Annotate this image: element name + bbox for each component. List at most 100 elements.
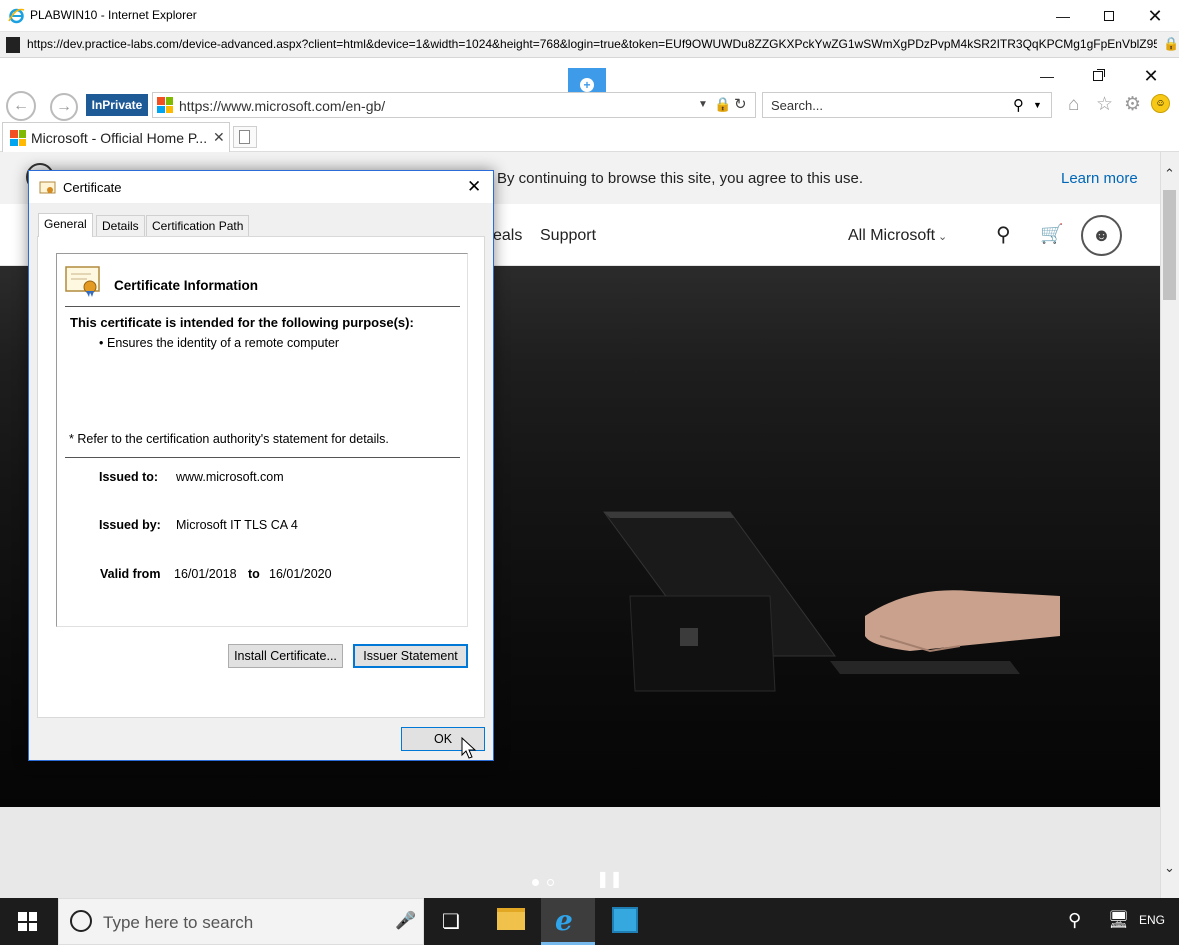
issued-by-value: Microsoft IT TLS CA 4 (176, 518, 298, 532)
close-icon: ✕ (1147, 5, 1163, 26)
browser-tab[interactable]: Microsoft - Official Home P... ✕ (2, 122, 230, 152)
certificate-info-box: Certificate Information This certificate… (56, 253, 468, 627)
certificate-large-icon (65, 266, 100, 297)
forward-arrow-icon: → (56, 98, 72, 115)
favorites-star-icon[interactable]: ☆ (1096, 93, 1113, 116)
scroll-down-icon[interactable]: ⌄ (1164, 860, 1175, 876)
taskbar: Type here to search 🎤 ❏ e ⚲ 🖥 ENG (0, 898, 1179, 945)
search-icon[interactable]: ⚲ (996, 222, 1011, 247)
outer-address-bar: https://dev.practice-labs.com/device-adv… (0, 32, 1179, 58)
inner-close-button[interactable]: ✕ (1128, 62, 1174, 90)
internet-explorer-icon (8, 8, 25, 24)
inprivate-badge[interactable]: InPrivate (86, 94, 148, 116)
browser-chrome: + — ✕ ← → InPrivate https://www.microsof… (0, 58, 1179, 152)
address-url[interactable]: https://www.microsoft.com/en-gb/ (179, 98, 385, 114)
carousel-area: ❚❚ (0, 807, 1160, 898)
certificate-icon (39, 181, 56, 194)
site-favicon-icon (6, 37, 20, 53)
address-bar[interactable]: https://www.microsoft.com/en-gb/ ▼ 🔒 ↻ (152, 92, 756, 118)
start-windows-icon[interactable] (18, 912, 37, 931)
network-icon[interactable]: 🖥 (1108, 910, 1130, 930)
language-indicator[interactable]: ENG (1139, 913, 1165, 927)
tab-general[interactable]: General (38, 213, 93, 237)
carousel-dot-active[interactable] (532, 879, 539, 886)
back-button[interactable]: ← (6, 91, 36, 121)
close-button[interactable]: ✕ (1132, 0, 1178, 32)
restore-icon (1093, 71, 1103, 81)
home-icon[interactable]: ⌂ (1068, 94, 1079, 116)
laptop-illustration-icon (603, 511, 1060, 692)
valid-to-value: 16/01/2020 (269, 567, 332, 581)
valid-from-value: 16/01/2018 (174, 567, 237, 581)
search-box[interactable]: Search... ⚲ ▼ (762, 92, 1052, 118)
issued-to-value: www.microsoft.com (176, 470, 284, 484)
scrollbar-thumb[interactable] (1163, 190, 1176, 300)
cart-icon[interactable]: 🛒 (1040, 222, 1064, 246)
tab-certification-path[interactable]: Certification Path (146, 215, 250, 237)
nav-item-support[interactable]: Support (540, 227, 596, 245)
tab-details[interactable]: Details (96, 215, 145, 237)
tab-title: Microsoft - Official Home P... (31, 130, 208, 146)
certificate-info-heading: Certificate Information (114, 278, 259, 293)
internet-explorer-icon: e (555, 904, 573, 937)
taskbar-search-box[interactable]: Type here to search 🎤 (58, 898, 424, 945)
issued-by-label: Issued by: (99, 518, 161, 532)
file-explorer-icon[interactable] (497, 908, 525, 930)
minimize-icon: — (1056, 8, 1070, 24)
refresh-icon[interactable]: ↻ (734, 95, 747, 113)
valid-from-label: Valid from (100, 567, 161, 581)
close-icon: ✕ (1143, 65, 1159, 86)
issued-to-label: Issued to: (99, 470, 159, 484)
minimize-icon: — (1040, 68, 1054, 84)
scroll-up-icon[interactable]: ⌃ (1164, 166, 1175, 182)
search-placeholder[interactable]: Search... (771, 98, 823, 113)
outer-url[interactable]: https://dev.practice-labs.com/device-adv… (27, 37, 1157, 51)
account-avatar-icon[interactable]: ☻ (1081, 215, 1122, 256)
search-dropdown-icon[interactable]: ▼ (1033, 100, 1042, 110)
carousel-dots[interactable] (532, 874, 562, 889)
pause-icon[interactable]: ❚❚ (596, 869, 623, 889)
chevron-down-icon: ⌄ (938, 231, 948, 243)
learn-more-link[interactable]: Learn more (1061, 170, 1138, 187)
taskbar-internet-explorer[interactable]: e (541, 898, 595, 945)
outer-window-titlebar: PLABWIN10 - Internet Explorer — ✕ (0, 0, 1179, 32)
bullet-icon: • (99, 336, 104, 350)
inner-minimize-button[interactable]: — (1024, 62, 1070, 90)
inner-restore-button[interactable] (1075, 62, 1121, 90)
nav-all-microsoft[interactable]: All Microsoft (848, 227, 935, 245)
settings-gear-icon[interactable]: ⚙ (1124, 93, 1141, 116)
taskbar-search-placeholder[interactable]: Type here to search (103, 913, 253, 933)
microphone-icon[interactable]: 🎤 (395, 911, 416, 931)
lock-icon: 🔒 (1163, 36, 1179, 51)
dialog-title: Certificate (63, 180, 122, 195)
tab-close-icon[interactable]: ✕ (213, 129, 225, 146)
new-tab-icon (239, 130, 250, 144)
nav-item-deals[interactable]: eals (493, 227, 522, 245)
feedback-smiley-icon[interactable]: ☺ (1151, 94, 1170, 113)
maximize-button[interactable] (1086, 0, 1132, 32)
carousel-dot[interactable] (547, 879, 554, 886)
maximize-icon (1104, 11, 1114, 21)
minimize-button[interactable]: — (1040, 0, 1086, 32)
valid-to-label: to (248, 567, 260, 581)
outer-window-title: PLABWIN10 - Internet Explorer (30, 8, 197, 22)
new-tab-button[interactable] (233, 126, 257, 148)
server-manager-icon[interactable] (612, 907, 638, 933)
issuer-statement-button[interactable]: Issuer Statement (353, 644, 468, 668)
lock-icon[interactable]: 🔒 (714, 96, 731, 113)
microsoft-logo-icon (157, 97, 173, 113)
purpose-item: Ensures the identity of a remote compute… (107, 336, 340, 350)
refer-note: * Refer to the certification authority's… (69, 432, 389, 446)
divider (65, 306, 460, 307)
cookie-message: By continuing to browse this site, you a… (497, 170, 864, 187)
forward-button[interactable]: → (50, 93, 78, 121)
dialog-titlebar: Certificate ✕ (29, 171, 493, 203)
dialog-close-icon[interactable]: ✕ (467, 177, 481, 197)
install-certificate-button[interactable]: Install Certificate... (228, 644, 343, 668)
dropdown-chevron-icon[interactable]: ▼ (698, 99, 708, 110)
plus-icon: + (580, 78, 594, 92)
search-icon[interactable]: ⚲ (1013, 96, 1024, 114)
task-view-icon[interactable]: ❏ (442, 909, 460, 934)
purpose-heading: This certificate is intended for the fol… (70, 315, 414, 330)
people-icon[interactable]: ⚲ (1068, 910, 1081, 931)
